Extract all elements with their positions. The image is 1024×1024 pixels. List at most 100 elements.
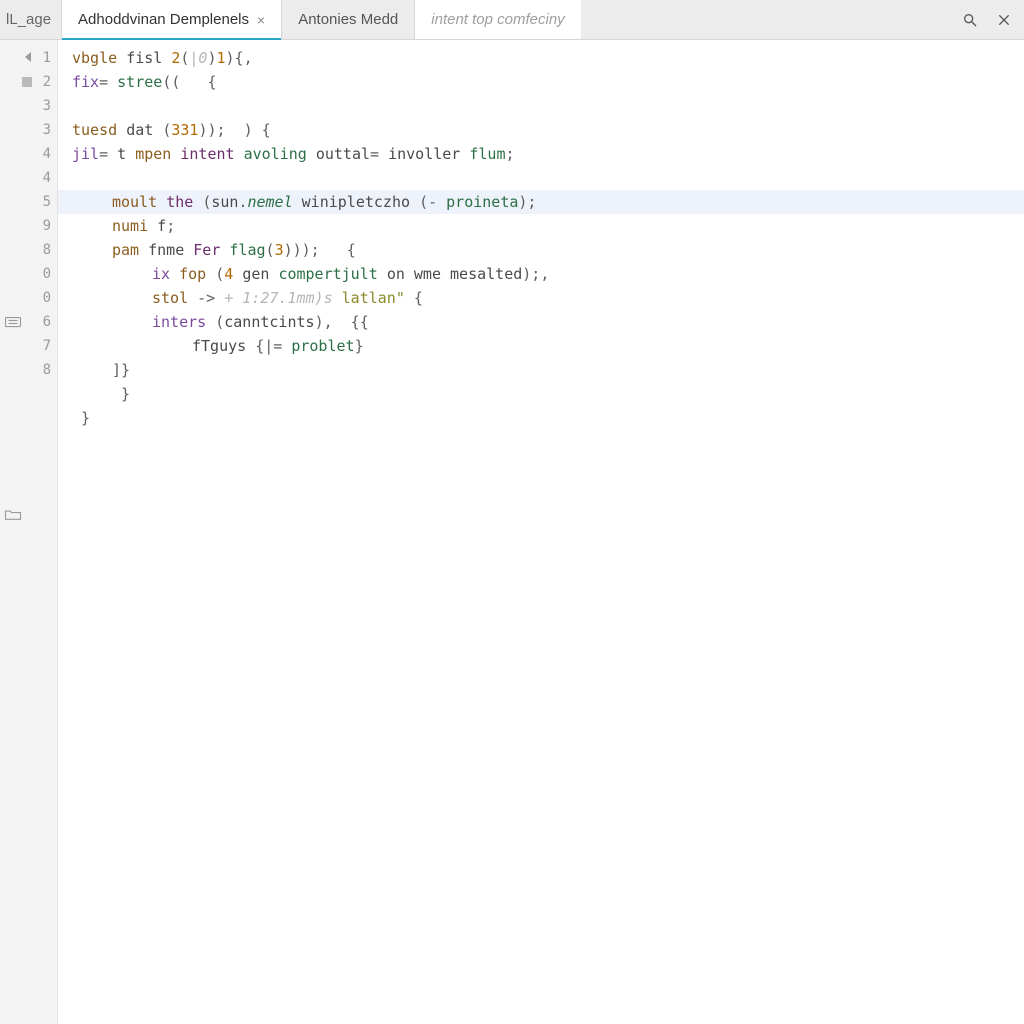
- search-icon[interactable]: [960, 10, 980, 30]
- code-line[interactable]: inters (canntcints), {{: [58, 310, 1024, 334]
- editor-body: 12334459800678 vbgle fisl 2(|0)1){,fix= …: [0, 40, 1024, 1024]
- code-token: (-: [419, 193, 446, 211]
- code-line[interactable]: jil= t mpen intent avoling outtal= invol…: [58, 142, 1024, 166]
- code-token: intent: [180, 145, 243, 163]
- code-token: winipletczho: [302, 193, 419, 211]
- tab-inactive[interactable]: Antonies Medd: [282, 0, 415, 39]
- code-token: (: [162, 121, 171, 139]
- code-token: ))); {: [284, 241, 356, 259]
- gutter-line: [0, 454, 57, 478]
- gutter-line[interactable]: 8: [0, 358, 57, 382]
- line-number: 0: [33, 266, 51, 282]
- code-token: f: [157, 217, 166, 235]
- code-token: =: [370, 145, 388, 163]
- code-line[interactable]: tuesd dat (331)); ) {: [58, 118, 1024, 142]
- code-line[interactable]: moult the (sun.nemel winipletczho (- pro…: [58, 190, 1024, 214]
- close-panel-icon[interactable]: [994, 10, 1014, 30]
- code-line[interactable]: fix= stree(( {: [58, 70, 1024, 94]
- close-icon[interactable]: ×: [257, 13, 265, 27]
- line-number: 7: [33, 338, 51, 354]
- code-token: on: [387, 265, 414, 283]
- code-token: ;: [506, 145, 515, 163]
- code-token: flum: [469, 145, 505, 163]
- code-line[interactable]: pam fnme Fer flag(3))); {: [58, 238, 1024, 262]
- code-token: }: [355, 337, 364, 355]
- collapse-marker-icon[interactable]: [4, 315, 22, 329]
- code-line[interactable]: ]}: [58, 358, 1024, 382]
- gutter-line[interactable]: 8: [0, 238, 57, 262]
- gutter-line: [0, 502, 57, 526]
- code-line[interactable]: vbgle fisl 2(|0)1){,: [58, 46, 1024, 70]
- gutter-line[interactable]: 7: [0, 334, 57, 358]
- gutter-line[interactable]: 4: [0, 166, 57, 190]
- gutter[interactable]: 12334459800678: [0, 40, 58, 1024]
- code-token: compertjult: [278, 265, 386, 283]
- line-number: 5: [33, 194, 51, 210]
- code-token: pam: [112, 241, 148, 259]
- code-token: fTguys: [192, 337, 255, 355]
- code-token: mesalted: [450, 265, 522, 283]
- gutter-line[interactable]: [0, 406, 57, 430]
- code-token: );,: [522, 265, 549, 283]
- code-token: fnme: [148, 241, 193, 259]
- line-number: 4: [33, 146, 51, 162]
- code-token: moult: [112, 193, 166, 211]
- code-token: vbgle: [72, 49, 126, 67]
- code-token: (: [215, 265, 224, 283]
- code-line[interactable]: numi f;: [58, 214, 1024, 238]
- code-token: {|=: [255, 337, 291, 355]
- line-number: 1: [33, 50, 51, 66]
- code-token: (( {: [162, 73, 216, 91]
- code-line[interactable]: stol -> + 1:27.1mm)s latlan" {: [58, 286, 1024, 310]
- gutter-line[interactable]: 4: [0, 142, 57, 166]
- code-token: fisl: [126, 49, 171, 67]
- code-token: mpen: [135, 145, 180, 163]
- code-token: outtal: [316, 145, 370, 163]
- code-line[interactable]: ix fop (4 gen compertjult on wme mesalte…: [58, 262, 1024, 286]
- tab-active[interactable]: Adhoddvinan Demplenels ×: [62, 0, 282, 39]
- code-token: 4: [224, 265, 242, 283]
- gutter-line[interactable]: 3: [0, 118, 57, 142]
- fold-triangle-icon[interactable]: [25, 52, 31, 62]
- line-number: 2: [33, 74, 51, 90]
- tab-actions: [950, 0, 1024, 39]
- code-token: proineta: [446, 193, 518, 211]
- folder-icon[interactable]: [4, 507, 22, 521]
- code-line[interactable]: [58, 166, 1024, 190]
- code-line[interactable]: }: [58, 382, 1024, 406]
- code-token: flag: [229, 241, 265, 259]
- line-number: 8: [33, 362, 51, 378]
- gutter-line[interactable]: 6: [0, 310, 57, 334]
- code-area[interactable]: vbgle fisl 2(|0)1){,fix= stree(( { tuesd …: [58, 40, 1024, 1024]
- code-token: (: [266, 241, 275, 259]
- code-token: stol: [152, 289, 197, 307]
- tab-bar: lL_age Adhoddvinan Demplenels × Antonies…: [0, 0, 1024, 40]
- code-line[interactable]: [58, 94, 1024, 118]
- gutter-line[interactable]: [0, 382, 57, 406]
- code-token: 1: [217, 49, 226, 67]
- gutter-line: [0, 430, 57, 454]
- code-token: involler: [388, 145, 469, 163]
- line-number: 6: [33, 314, 51, 330]
- code-token: latlan": [342, 289, 414, 307]
- code-token: canntcints: [224, 313, 314, 331]
- gutter-line[interactable]: 0: [0, 286, 57, 310]
- code-line[interactable]: }: [58, 406, 1024, 430]
- code-token: wme: [414, 265, 450, 283]
- gutter-line[interactable]: 5: [0, 190, 57, 214]
- gutter-line[interactable]: 9: [0, 214, 57, 238]
- tab-label: Adhoddvinan Demplenels: [78, 11, 249, 28]
- code-line[interactable]: fTguys {|= problet}: [58, 334, 1024, 358]
- code-token: {: [414, 289, 423, 307]
- code-token: avoling: [244, 145, 316, 163]
- gutter-line: [0, 478, 57, 502]
- code-token: numi: [112, 217, 157, 235]
- breadcrumb-hint-text: intent top comfeciny: [431, 11, 564, 28]
- tabbar-spacer: [581, 0, 950, 39]
- gutter-line[interactable]: 0: [0, 262, 57, 286]
- gutter-line[interactable]: 1: [0, 46, 57, 70]
- tab-stub[interactable]: lL_age: [0, 0, 62, 39]
- gutter-line[interactable]: 3: [0, 94, 57, 118]
- gutter-line[interactable]: 2: [0, 70, 57, 94]
- code-token: =: [99, 145, 117, 163]
